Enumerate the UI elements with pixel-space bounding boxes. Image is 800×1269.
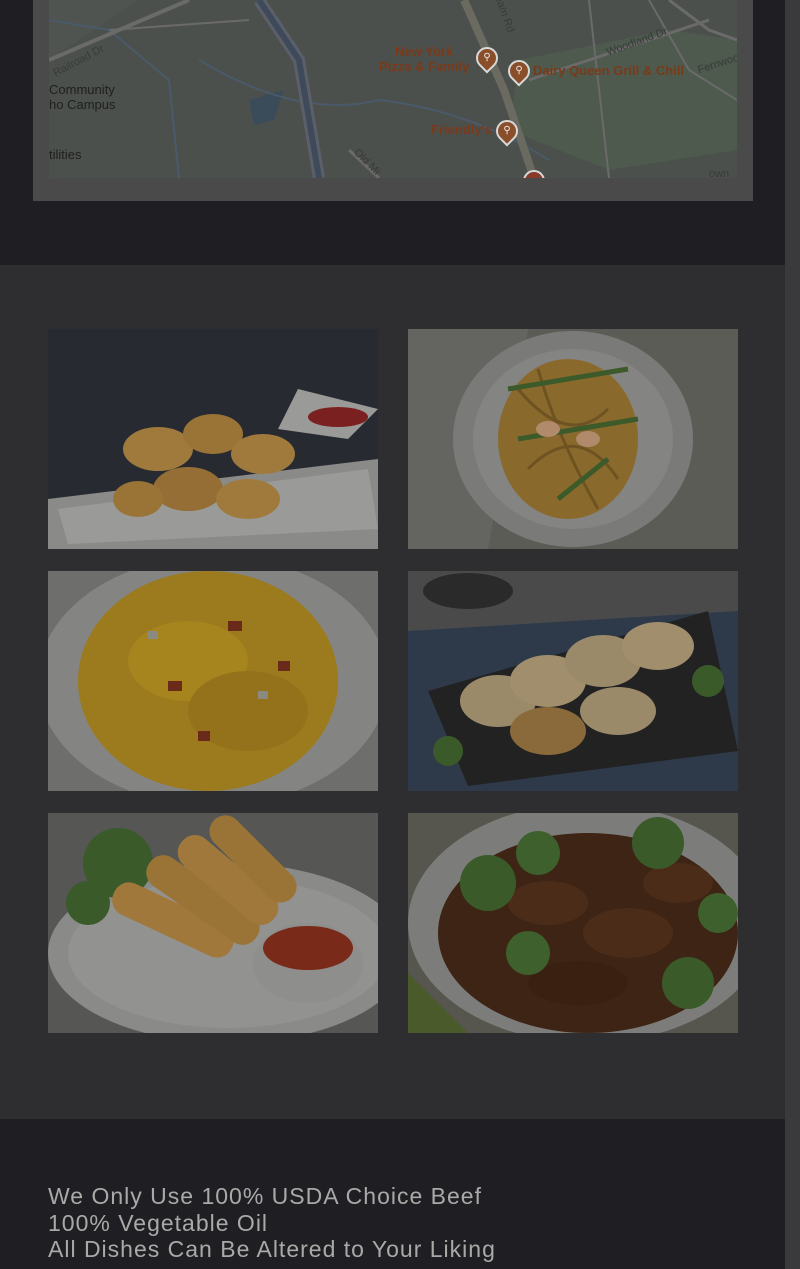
feature-custom-dishes: All Dishes Can Be Altered to Your Liking — [48, 1236, 496, 1262]
location-map[interactable]: New York Pizza & Family Dairy Queen Gril… — [49, 0, 737, 178]
fork-knife-icon: ⚲ — [515, 65, 523, 76]
map-label-community-campus: Community ho Campus — [49, 82, 116, 112]
page-scrollbar[interactable] — [785, 0, 800, 1269]
map-label-utilities: tilities — [49, 147, 82, 162]
map-label-new-york-pizza[interactable]: New York Pizza & Family — [379, 44, 469, 74]
map-section: New York Pizza & Family Dairy Queen Gril… — [0, 0, 785, 265]
photo-sweet-sour-chicken[interactable] — [48, 329, 378, 549]
fork-knife-icon: ⚲ — [503, 125, 511, 136]
map-label-dairy-queen[interactable]: Dairy Queen Grill & Chill — [533, 63, 684, 78]
photo-fried-rice[interactable] — [48, 571, 378, 791]
fork-knife-icon: ⚲ — [483, 52, 491, 63]
map-label-friendlys[interactable]: Friendly's — [431, 122, 492, 137]
photo-egg-rolls[interactable] — [48, 813, 378, 1033]
photo-beef-broccoli[interactable] — [408, 813, 738, 1033]
map-label-town: own — [709, 168, 730, 178]
feature-vegetable-oil: 100% Vegetable Oil — [48, 1210, 269, 1236]
photo-shrimp-lo-mein[interactable] — [408, 329, 738, 549]
food-gallery — [0, 265, 785, 1119]
photo-dumplings[interactable] — [408, 571, 738, 791]
footer-section: We Only Use 100% USDA Choice Beef 100% V… — [0, 1119, 785, 1269]
feature-usda-beef: We Only Use 100% USDA Choice Beef — [48, 1183, 482, 1209]
